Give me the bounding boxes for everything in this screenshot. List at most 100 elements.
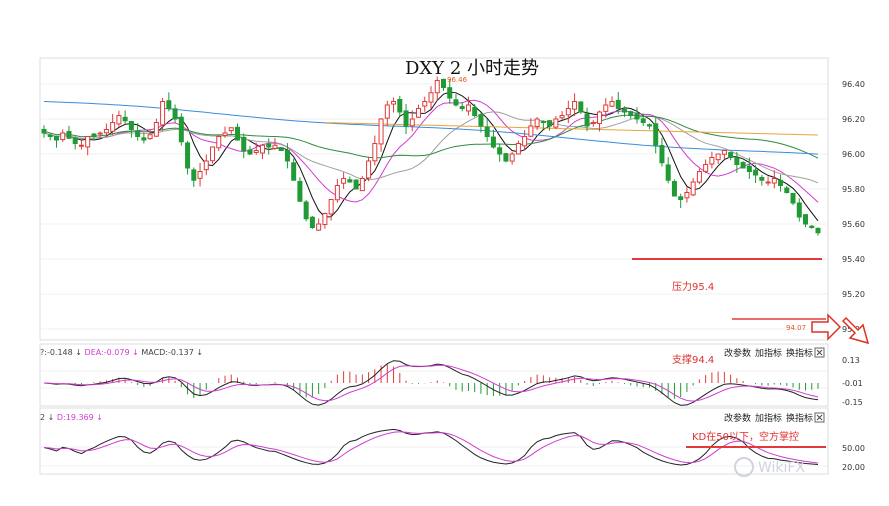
candle-body: [259, 144, 265, 154]
chart-root: DXY 2 小时走势 96.46 96.40 96.20 96.00 95.80…: [0, 0, 889, 502]
candle-body: [309, 216, 315, 228]
candle-body: [153, 122, 159, 137]
candle-body: [721, 150, 727, 155]
price-tick: 95.80: [842, 185, 865, 194]
candle-body: [91, 133, 97, 137]
candle-body: [210, 146, 216, 162]
candle-body: [615, 99, 621, 109]
candle-body: [66, 131, 72, 139]
kd-edit-params-button[interactable]: 改参数: [724, 412, 751, 424]
candle-body: [422, 101, 428, 107]
candle: [353, 179, 359, 190]
candle-body: [291, 162, 297, 181]
candle-body: [60, 132, 66, 141]
low-price-label: 94.07: [786, 324, 806, 332]
dxy-chart: DXY 2 小时走势 96.46 96.40 96.20 96.00 95.80…: [39, 57, 870, 477]
candle: [278, 146, 284, 152]
candle: [578, 101, 584, 114]
candle-body: [796, 202, 802, 218]
candle-body: [572, 101, 578, 110]
candle-body: [646, 124, 652, 127]
candle-body: [160, 101, 166, 126]
candle-body: [528, 125, 534, 137]
candle-body: [353, 179, 359, 190]
candle-body: [397, 98, 403, 113]
candle-body: [634, 113, 640, 120]
candle-body: [803, 214, 809, 225]
candle-body: [809, 225, 815, 228]
candle-body: [472, 106, 478, 116]
kd-tick: 50.00: [842, 444, 865, 453]
macd-edit-params-button[interactable]: 改参数: [724, 347, 751, 359]
candle-body: [228, 127, 234, 132]
macd-legend: ?:-0.148 ↓ DEA:-0.079 ↓ MACD:-0.137 ↓: [40, 348, 203, 357]
candle-body: [47, 134, 53, 137]
candle-body: [515, 143, 521, 155]
kd-switch-indicator-button[interactable]: 换指标: [786, 412, 813, 424]
candle-body: [272, 144, 278, 149]
candle-body: [97, 132, 103, 135]
candle: [178, 113, 184, 146]
candle-body: [128, 121, 134, 131]
candle-body: [815, 227, 821, 234]
candle-body: [559, 115, 565, 119]
candle-body: [191, 169, 197, 181]
candle-body: [440, 78, 446, 88]
candle: [696, 168, 702, 185]
candle-body: [53, 135, 59, 141]
candle-body: [185, 142, 191, 169]
candle-body: [403, 110, 409, 127]
candle-body: [671, 181, 677, 197]
candle-body: [696, 171, 702, 183]
candle-body: [597, 111, 603, 124]
candle-body: [434, 80, 440, 94]
candle-body: [709, 157, 715, 165]
candle-body: [684, 192, 690, 199]
macd-arrow: ↓: [196, 348, 203, 357]
candle-body: [416, 108, 422, 118]
macd-tick: 0.13: [842, 356, 860, 365]
macd-tick: -0.15: [842, 398, 863, 407]
price-tick: 95.40: [842, 255, 865, 264]
kd-d-value: D:19.369: [57, 413, 94, 422]
candle-body: [553, 118, 559, 128]
candle-body: [110, 122, 116, 132]
candle-body: [78, 144, 84, 147]
candle-body: [628, 111, 634, 116]
candle-body: [465, 104, 471, 112]
candle-body: [659, 145, 665, 164]
close-icon[interactable]: [814, 412, 825, 423]
macd-add-indicator-button[interactable]: 加指标: [755, 347, 782, 359]
candle-body: [590, 122, 596, 125]
close-icon[interactable]: [814, 347, 825, 358]
candle: [303, 199, 309, 222]
candle-body: [728, 152, 734, 159]
candle: [503, 152, 509, 163]
candle-body: [172, 108, 178, 120]
support-annotation: 支撑94.4: [672, 353, 714, 366]
candle-body: [784, 187, 790, 194]
candle: [740, 161, 746, 169]
candle-body: [753, 169, 759, 176]
candle-body: [135, 130, 141, 138]
candle-body: [746, 165, 752, 172]
candle-body: [372, 143, 378, 162]
price-panel-frame: [39, 57, 829, 341]
price-tick: 96.00: [842, 150, 865, 159]
candle-body: [197, 171, 203, 179]
kd-add-indicator-button[interactable]: 加指标: [755, 412, 782, 424]
candle-body: [640, 118, 646, 123]
candle-body: [759, 177, 765, 181]
candle-body: [503, 153, 509, 162]
candle-body: [609, 101, 615, 107]
candle-body: [147, 134, 153, 140]
macd-dif-arrow: ↓: [75, 348, 82, 357]
candle-body: [584, 113, 590, 127]
macd-switch-indicator-button[interactable]: 换指标: [786, 347, 813, 359]
candle-body: [216, 136, 222, 149]
candle-body: [497, 147, 503, 155]
candle-body: [166, 100, 172, 109]
candle-body: [178, 116, 184, 143]
candle: [790, 192, 796, 206]
candle-body: [690, 181, 696, 196]
